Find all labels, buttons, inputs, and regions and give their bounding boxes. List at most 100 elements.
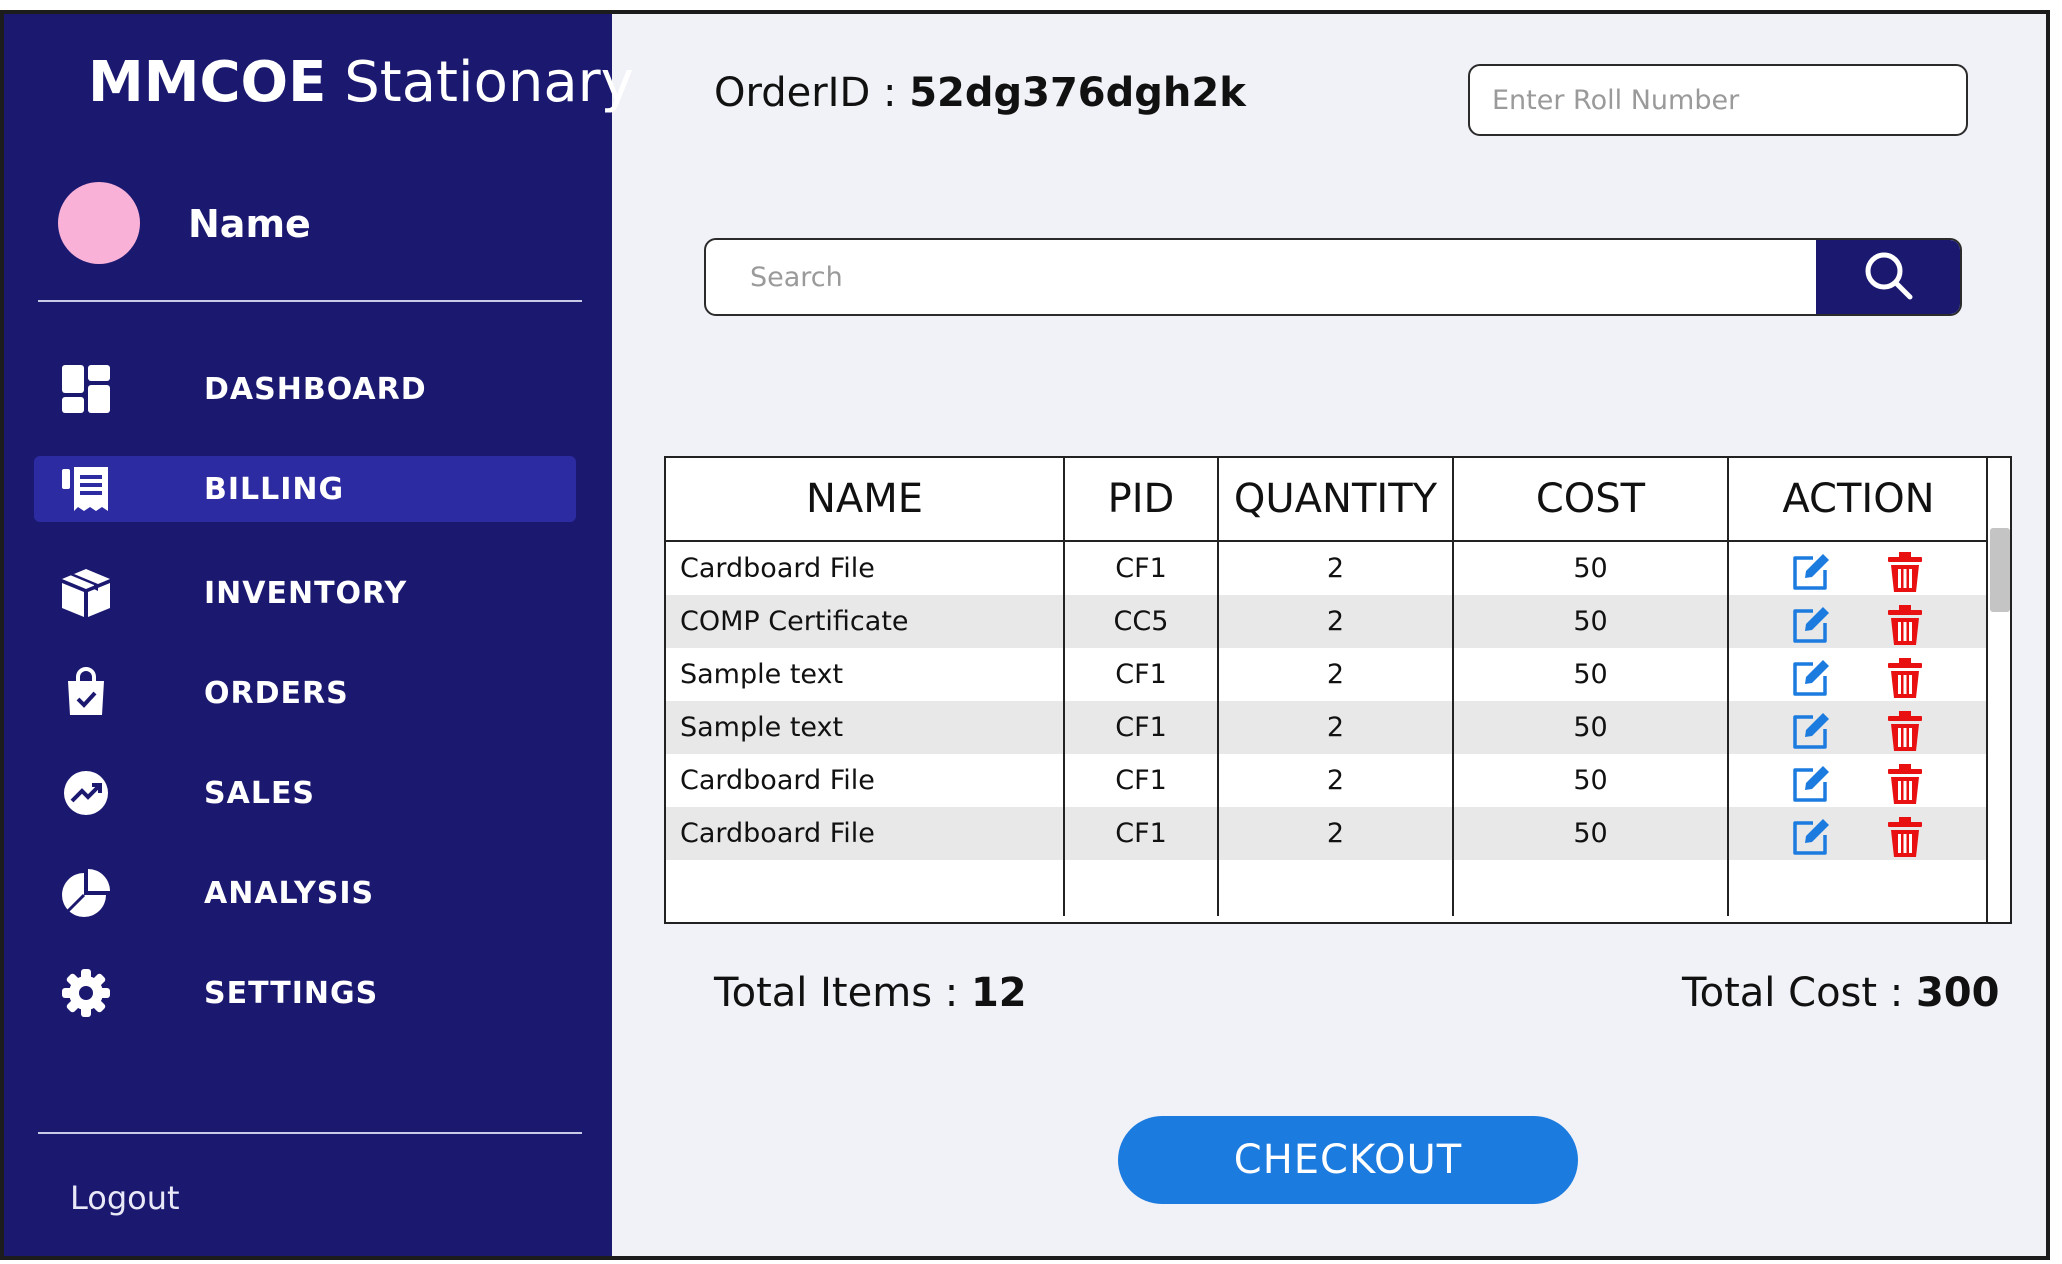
cell-actions	[1728, 595, 1988, 648]
cell-actions	[1728, 807, 1988, 860]
sidebar-item-inventory[interactable]: INVENTORY	[34, 560, 576, 626]
order-id: OrderID : 52dg376dgh2k	[714, 70, 1246, 116]
edit-icon[interactable]	[1789, 709, 1833, 753]
table-row: Cardboard File CF1 2 50	[666, 541, 1988, 595]
app-window: MMCOE Stationary Name DASHBOARD BILLING …	[0, 10, 2050, 1260]
col-header-pid: PID	[1064, 458, 1219, 542]
roll-number-input[interactable]	[1468, 64, 1968, 136]
total-cost-value: 300	[1915, 970, 2000, 1016]
total-cost-label: Total Cost :	[1682, 970, 1916, 1016]
cell-name: Cardboard File	[666, 754, 1065, 807]
col-header-cost: COST	[1453, 458, 1729, 542]
app-title: MMCOE Stationary	[88, 50, 634, 115]
edit-icon[interactable]	[1789, 550, 1833, 594]
cell-pid: CF1	[1064, 648, 1219, 701]
cell-cost: 50	[1453, 754, 1729, 807]
trash-icon[interactable]	[1883, 762, 1927, 806]
sidebar-item-dashboard[interactable]: DASHBOARD	[34, 356, 576, 422]
table-row: Cardboard File CF1 2 50	[666, 754, 1988, 807]
sidebar-item-label: DASHBOARD	[204, 372, 427, 407]
table-scrollbar[interactable]	[1986, 458, 2010, 922]
sidebar-item-settings[interactable]: SETTINGS	[34, 960, 576, 1026]
trash-icon[interactable]	[1883, 550, 1927, 594]
cell-pid: CF1	[1064, 541, 1219, 595]
total-items-label: Total Items :	[714, 970, 971, 1016]
col-header-quantity: QUANTITY	[1218, 458, 1454, 542]
cell-empty	[1728, 860, 1988, 916]
total-items-value: 12	[970, 970, 1027, 1016]
trash-icon[interactable]	[1883, 815, 1927, 859]
sidebar-item-label: SALES	[204, 776, 316, 811]
table-row: Sample text CF1 2 50	[666, 701, 1988, 754]
cell-pid: CF1	[1064, 754, 1219, 807]
dashboard-icon	[60, 363, 112, 415]
cell-pid: CF1	[1064, 701, 1219, 754]
billing-table-grid: NAME PID QUANTITY COST ACTION Cardboard …	[666, 458, 1988, 916]
table-scrollbar-thumb[interactable]	[1990, 528, 2010, 612]
cell-quantity: 2	[1218, 595, 1454, 648]
table-row: Sample text CF1 2 50	[666, 648, 1988, 701]
table-header-row: NAME PID QUANTITY COST ACTION	[666, 458, 1988, 542]
cell-actions	[1728, 648, 1988, 701]
order-id-label: OrderID :	[714, 70, 910, 116]
cell-empty	[1064, 860, 1219, 916]
checkout-button[interactable]: CHECKOUT	[1118, 1116, 1578, 1204]
search-input[interactable]	[706, 240, 1816, 314]
gear-icon	[60, 967, 112, 1019]
app-title-bold: MMCOE	[88, 50, 327, 115]
sidebar-item-orders[interactable]: ORDERS	[34, 660, 576, 726]
edit-icon[interactable]	[1789, 762, 1833, 806]
shopping-bag-icon	[60, 667, 112, 719]
edit-icon[interactable]	[1789, 656, 1833, 700]
inventory-box-icon	[60, 567, 112, 619]
sidebar-item-label: ORDERS	[204, 676, 349, 711]
table-row-empty	[666, 860, 1988, 916]
search-button[interactable]	[1816, 240, 1960, 314]
cell-quantity: 2	[1218, 541, 1454, 595]
sidebar-divider-top	[38, 300, 582, 302]
col-header-action: ACTION	[1728, 458, 1988, 542]
sidebar-item-label: SETTINGS	[204, 976, 379, 1011]
app-title-rest: Stationary	[344, 50, 634, 115]
pie-chart-icon	[60, 867, 112, 919]
cell-cost: 50	[1453, 701, 1729, 754]
trash-icon[interactable]	[1883, 709, 1927, 753]
cell-quantity: 2	[1218, 648, 1454, 701]
edit-icon[interactable]	[1789, 815, 1833, 859]
trending-up-icon	[60, 767, 112, 819]
sidebar: MMCOE Stationary Name DASHBOARD BILLING …	[4, 14, 634, 1256]
cell-pid: CF1	[1064, 807, 1219, 860]
cell-actions	[1728, 541, 1988, 595]
table-row: COMP Certificate CC5 2 50	[666, 595, 1988, 648]
cell-name: Sample text	[666, 701, 1065, 754]
cell-cost: 50	[1453, 648, 1729, 701]
trash-icon[interactable]	[1883, 603, 1927, 647]
sidebar-item-billing[interactable]: BILLING	[34, 456, 576, 522]
cell-actions	[1728, 701, 1988, 754]
logout-link[interactable]: Logout	[70, 1179, 180, 1217]
cell-actions	[1728, 754, 1988, 807]
sidebar-item-analysis[interactable]: ANALYSIS	[34, 860, 576, 926]
col-header-name: NAME	[666, 458, 1065, 542]
table-row: Cardboard File CF1 2 50	[666, 807, 1988, 860]
cell-name: Cardboard File	[666, 807, 1065, 860]
search-icon	[1861, 248, 1915, 307]
sidebar-item-label: ANALYSIS	[204, 876, 375, 911]
cell-name: Cardboard File	[666, 541, 1065, 595]
total-items: Total Items : 12	[714, 970, 1027, 1016]
billing-icon	[60, 463, 112, 515]
cell-empty	[1218, 860, 1454, 916]
sidebar-item-sales[interactable]: SALES	[34, 760, 576, 826]
trash-icon[interactable]	[1883, 656, 1927, 700]
cell-cost: 50	[1453, 807, 1729, 860]
order-id-value: 52dg376dgh2k	[909, 70, 1246, 116]
cell-quantity: 2	[1218, 754, 1454, 807]
edit-icon[interactable]	[1789, 603, 1833, 647]
avatar[interactable]	[58, 182, 140, 264]
cell-cost: 50	[1453, 541, 1729, 595]
cell-empty	[1453, 860, 1729, 916]
cell-name: Sample text	[666, 648, 1065, 701]
search-bar	[704, 238, 1962, 316]
cell-cost: 50	[1453, 595, 1729, 648]
sidebar-item-label: INVENTORY	[204, 576, 408, 611]
